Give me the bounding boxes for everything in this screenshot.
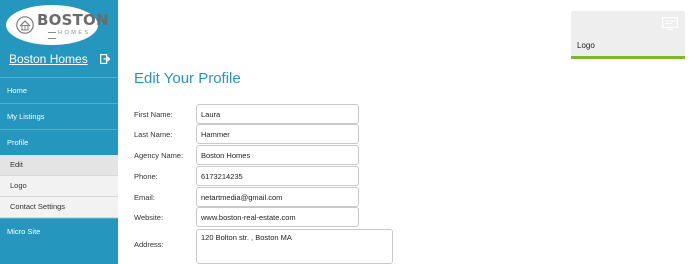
sidebar-subitem-edit[interactable]: Edit bbox=[0, 155, 118, 176]
sidebar: BOSTON HOMES Boston Homes Home My Listin… bbox=[0, 0, 118, 264]
agency-name-label: Agency Name: bbox=[134, 151, 184, 160]
logo-tile-label: Logo bbox=[577, 41, 595, 50]
sidebar-item-profile[interactable]: Profile bbox=[0, 129, 118, 155]
logo-tile[interactable]: Logo bbox=[571, 11, 685, 59]
logo-subtitle: HOMES bbox=[46, 30, 98, 42]
last-name-field[interactable] bbox=[196, 124, 359, 144]
agency-name-field[interactable] bbox=[196, 145, 359, 165]
sidebar-item-micro-site[interactable]: Micro Site bbox=[0, 218, 118, 244]
website-field[interactable] bbox=[196, 207, 359, 227]
address-field[interactable]: 120 Bolton str. , Boston MA bbox=[196, 229, 393, 264]
sidebar-subitem-logo[interactable]: Logo bbox=[0, 176, 118, 197]
sidebar-subitem-contact-settings[interactable]: Contact Settings bbox=[0, 197, 118, 218]
first-name-field[interactable] bbox=[196, 104, 359, 124]
image-placeholder-icon bbox=[662, 17, 678, 30]
first-name-label: First Name: bbox=[134, 110, 173, 119]
brand-row: Boston Homes bbox=[9, 52, 110, 68]
sidebar-item-home[interactable]: Home bbox=[0, 77, 118, 103]
website-label: Website: bbox=[134, 213, 164, 222]
email-label: Email: bbox=[134, 193, 155, 202]
logo-wordmark: BOSTON bbox=[37, 11, 109, 29]
sidebar-nav: Home My Listings Profile Edit Logo Conta… bbox=[0, 77, 118, 244]
phone-label: Phone: bbox=[134, 172, 158, 181]
sidebar-item-my-listings[interactable]: My Listings bbox=[0, 103, 118, 129]
page-title: Edit Your Profile bbox=[134, 70, 241, 87]
last-name-label: Last Name: bbox=[134, 130, 173, 139]
phone-field[interactable] bbox=[196, 166, 359, 186]
logout-icon[interactable] bbox=[100, 54, 110, 64]
brand-name-link[interactable]: Boston Homes bbox=[9, 52, 88, 66]
email-field[interactable] bbox=[196, 187, 359, 207]
brand-logo[interactable]: BOSTON HOMES bbox=[6, 5, 109, 45]
address-label: Address: bbox=[134, 240, 164, 249]
house-badge-icon bbox=[16, 16, 34, 34]
